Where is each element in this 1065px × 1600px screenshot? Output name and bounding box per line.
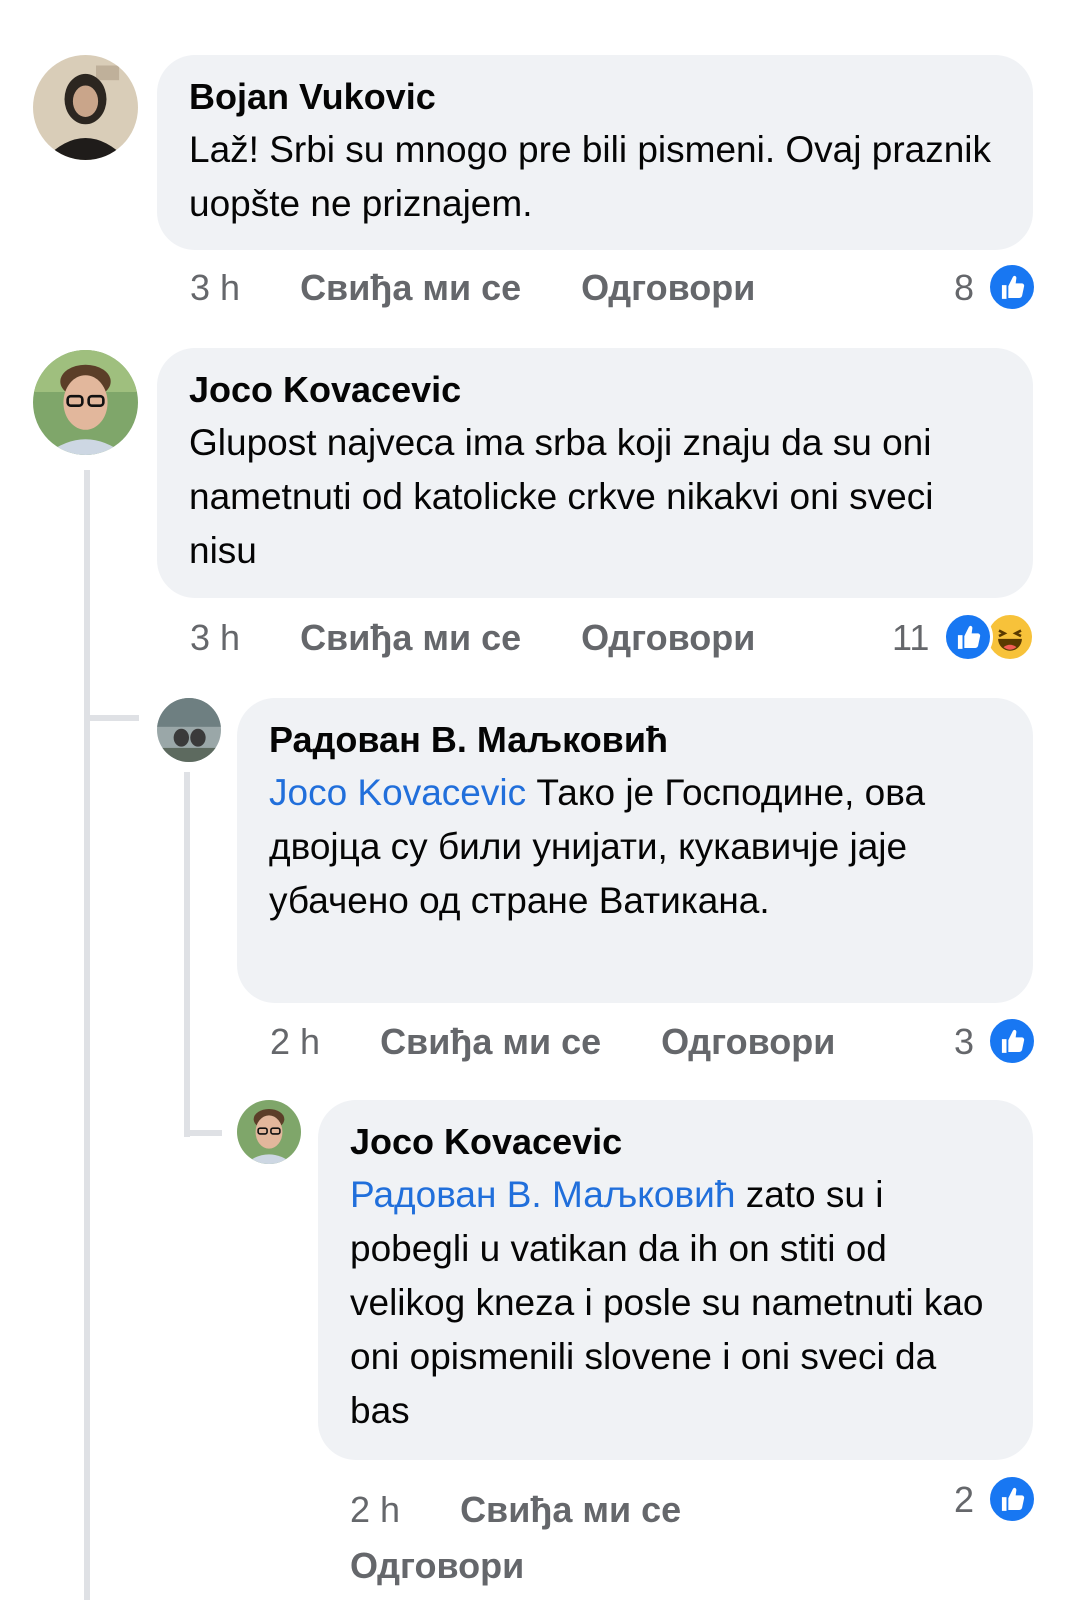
avatar-photo <box>33 350 138 455</box>
like-button[interactable]: Свиђа ми се <box>380 1020 601 1064</box>
reply-button[interactable]: Одговори <box>581 266 755 310</box>
comment-author[interactable]: Joco Kovacevic <box>350 1120 1001 1164</box>
avatar-photo <box>157 698 221 762</box>
comment-text: Glupost najveca ima srba koji znaju da s… <box>189 422 934 571</box>
reply-button[interactable]: Одговори <box>581 616 755 660</box>
reaction-count[interactable]: 11 <box>892 616 929 660</box>
comment-author[interactable]: Bojan Vukovic <box>189 75 1001 119</box>
comment-time[interactable]: 3 h <box>190 266 240 310</box>
avatar[interactable] <box>157 698 221 762</box>
like-button[interactable]: Свиђа ми се <box>300 266 521 310</box>
thread-line-nested-branch <box>184 1130 222 1136</box>
reply-button[interactable]: Одговори <box>661 1020 835 1064</box>
reaction-count[interactable]: 8 <box>954 266 974 310</box>
comment-actions: 3 h Свиђа ми се Одговори <box>190 266 755 310</box>
mention-link[interactable]: Joco Kovacevic <box>269 772 526 813</box>
comment-bubble: Радован В. Маљковић Joco Kovacevic Тако … <box>237 698 1033 1003</box>
avatar-photo <box>33 55 138 160</box>
like-icon <box>987 1016 1037 1066</box>
comment-time[interactable]: 3 h <box>190 616 240 660</box>
avatar[interactable] <box>33 350 138 455</box>
comment-actions: 2 h Свиђа ми се Одговори <box>350 1482 681 1594</box>
avatar-photo <box>237 1100 301 1164</box>
avatar[interactable] <box>33 55 138 160</box>
like-icon <box>943 612 993 662</box>
comment-author[interactable]: Радован В. Маљковић <box>269 718 1001 762</box>
like-icon <box>987 1474 1037 1524</box>
thread-line-branch <box>84 715 139 721</box>
comment-text: Laž! Srbi su mnogo pre bili pismeni. Ova… <box>189 129 992 224</box>
reply-button[interactable]: Одговори <box>350 1538 524 1594</box>
comment-actions: 3 h Свиђа ми се Одговори <box>190 616 755 660</box>
reaction-count[interactable]: 3 <box>954 1020 974 1064</box>
avatar[interactable] <box>237 1100 301 1164</box>
mention-link[interactable]: Радован В. Маљковић <box>350 1174 735 1215</box>
comment-time[interactable]: 2 h <box>350 1482 400 1538</box>
comment-time[interactable]: 2 h <box>270 1020 320 1064</box>
thread-line <box>84 470 90 1600</box>
like-button[interactable]: Свиђа ми се <box>460 1482 681 1538</box>
like-icon <box>987 262 1037 312</box>
comment-text: Радован В. Маљковић zato su i pobegli u … <box>350 1168 1001 1438</box>
thread-line-nested <box>184 772 190 1137</box>
comment-actions: 2 h Свиђа ми се Одговори <box>270 1020 835 1064</box>
like-button[interactable]: Свиђа ми се <box>300 616 521 660</box>
comment-text: Joco Kovacevic Тако је Господине, ова дв… <box>269 766 1001 928</box>
comment-author[interactable]: Joco Kovacevic <box>189 368 1001 412</box>
reaction-count[interactable]: 2 <box>954 1478 974 1522</box>
comment-bubble: Joco Kovacevic Радован В. Маљковић zato … <box>318 1100 1033 1460</box>
comment-bubble: Joco Kovacevic Glupost najveca ima srba … <box>157 348 1033 598</box>
comment-bubble: Bojan Vukovic Laž! Srbi su mnogo pre bil… <box>157 55 1033 250</box>
